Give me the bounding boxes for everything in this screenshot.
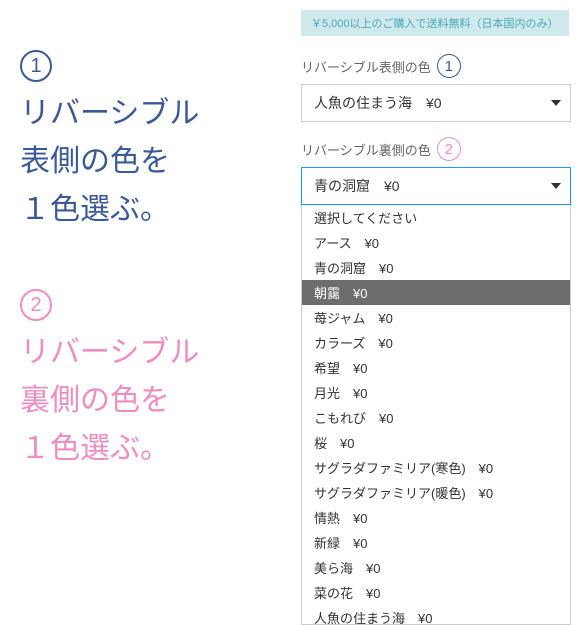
dropdown-option[interactable]: 月光 ¥0: [302, 380, 570, 405]
dropdown-list-back-color[interactable]: 選択してくださいアース ¥0青の洞窟 ¥0朝靄 ¥0苺ジャム ¥0カラーズ ¥0…: [301, 205, 571, 625]
form-area: ￥5,000以上のご購入で送料無料（日本国内のみ） リバーシブル表側の色 1 人…: [301, 10, 571, 220]
field-group-front-color: リバーシブル表側の色 1 人魚の住まう海 ¥0: [301, 54, 571, 122]
dropdown-option[interactable]: 朝靄 ¥0: [302, 280, 570, 305]
dropdown-option[interactable]: 菜の花 ¥0: [302, 580, 570, 605]
dropdown-option[interactable]: アース ¥0: [302, 230, 570, 255]
select-front-color[interactable]: 人魚の住まう海 ¥0: [301, 84, 571, 122]
step-text-2: リバーシブル裏側の色を１色選ぶ。: [20, 329, 300, 473]
dropdown-option[interactable]: 情熱 ¥0: [302, 505, 570, 530]
dropdown-option[interactable]: カラーズ ¥0: [302, 330, 570, 355]
dropdown-option[interactable]: 青の洞窟 ¥0: [302, 255, 570, 280]
dropdown-option[interactable]: サグラダファミリア(暖色) ¥0: [302, 480, 570, 505]
dropdown-option[interactable]: 美ら海 ¥0: [302, 555, 570, 580]
instruction-step-1: 1 リバーシブル表側の色を１色選ぶ。: [20, 50, 300, 234]
dropdown-option[interactable]: 桜 ¥0: [302, 430, 570, 455]
dropdown-option[interactable]: 新緑 ¥0: [302, 530, 570, 555]
select-back-color[interactable]: 青の洞窟 ¥0: [301, 167, 571, 205]
badge-number-2: 2: [437, 137, 461, 161]
dropdown-option[interactable]: サグラダファミリア(寒色) ¥0: [302, 455, 570, 480]
badge-number-1: 1: [437, 54, 461, 78]
field-label-back: リバーシブル裏側の色: [301, 140, 431, 159]
dropdown-option[interactable]: 苺ジャム ¥0: [302, 305, 570, 330]
step-text-1: リバーシブル表側の色を１色選ぶ。: [20, 90, 300, 234]
step-number-2: 2: [20, 289, 52, 321]
dropdown-option[interactable]: 選択してください: [302, 205, 570, 230]
dropdown-option[interactable]: 人魚の住まう海 ¥0: [302, 605, 570, 625]
dropdown-option[interactable]: こもれび ¥0: [302, 405, 570, 430]
field-group-back-color: リバーシブル裏側の色 2 青の洞窟 ¥0 選択してくださいアース ¥0青の洞窟 …: [301, 137, 571, 205]
dropdown-option[interactable]: 希望 ¥0: [302, 355, 570, 380]
instruction-step-2: 2 リバーシブル裏側の色を１色選ぶ。: [20, 289, 300, 473]
shipping-banner: ￥5,000以上のご購入で送料無料（日本国内のみ）: [301, 10, 569, 36]
field-label-front: リバーシブル表側の色: [301, 57, 431, 76]
step-number-1: 1: [20, 50, 52, 82]
